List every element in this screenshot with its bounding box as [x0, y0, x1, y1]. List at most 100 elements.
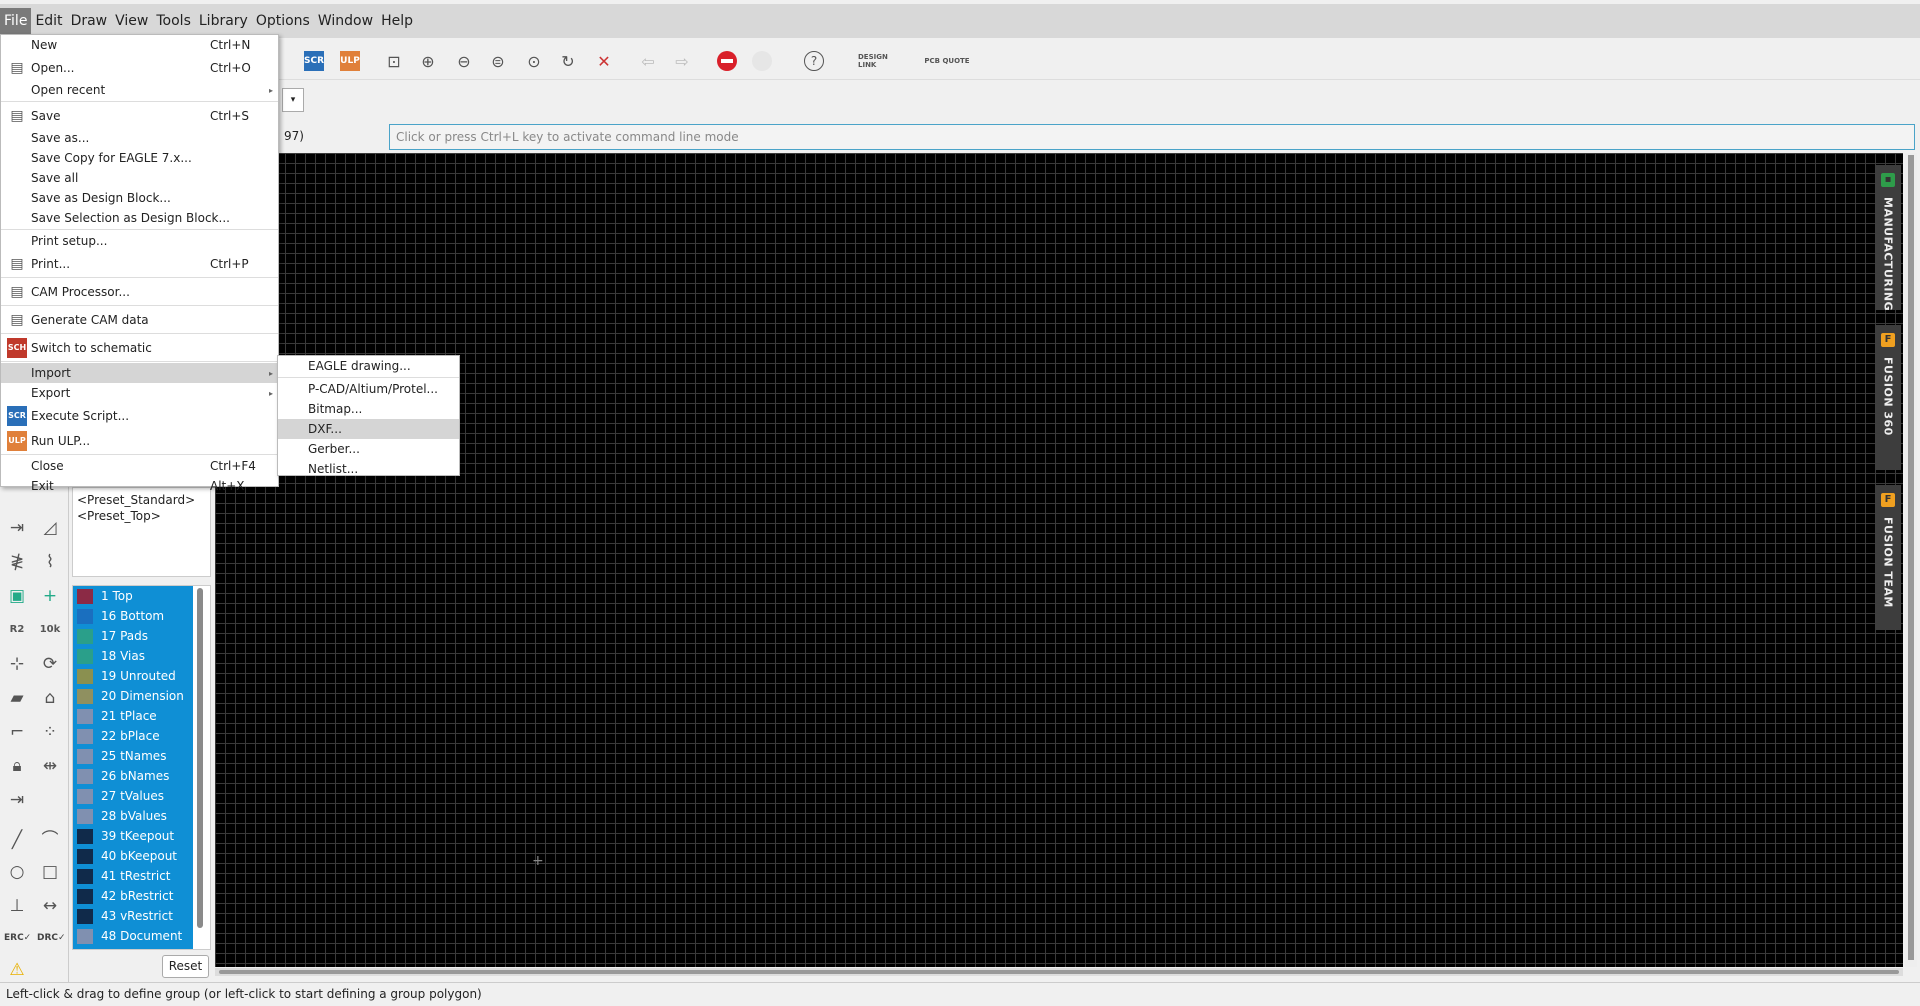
menu-item-close[interactable]: Close Ctrl+F4	[1, 456, 278, 476]
design-link-button[interactable]: DESIGN LINK	[858, 49, 908, 73]
menu-options[interactable]: Options	[252, 8, 314, 34]
import-item-bitmap[interactable]: Bitmap...	[278, 399, 459, 419]
menu-item-save-all[interactable]: Save all	[1, 168, 278, 188]
drc-icon[interactable]: DRC✓	[37, 925, 66, 951]
command-line-input[interactable]: Click or press Ctrl+L key to activate co…	[389, 124, 1915, 150]
paint-roller-icon[interactable]: ⌐	[4, 719, 30, 745]
add-package-icon[interactable]: ▣	[4, 583, 30, 609]
menu-file[interactable]: File	[0, 8, 32, 34]
menu-item-save-as[interactable]: Save as...	[1, 128, 278, 148]
erc-icon[interactable]: ERC✓	[4, 925, 31, 951]
line-icon[interactable]: ╱	[4, 827, 30, 853]
add-part-icon[interactable]: +	[37, 583, 63, 609]
arc-icon[interactable]: ⌒	[37, 827, 63, 853]
optimize-icon[interactable]: ⇥	[4, 787, 30, 813]
menu-item-run-ulp[interactable]: ULP Run ULP...	[1, 428, 278, 453]
route-icon[interactable]: ⇥	[4, 515, 30, 541]
menu-item-generate-cam-data[interactable]: ▤ Generate CAM data	[1, 307, 278, 332]
import-item-dxf[interactable]: DXF...	[278, 419, 459, 439]
miter-icon[interactable]: ◿	[37, 515, 63, 541]
layer-list-scrollbar[interactable]	[197, 588, 203, 928]
layer-item[interactable]: 19 Unrouted	[73, 666, 193, 686]
layer-item[interactable]: 43 vRestrict	[73, 906, 193, 926]
layer-item[interactable]: 22 bPlace	[73, 726, 193, 746]
horizontal-scrollbar[interactable]	[215, 968, 1903, 976]
layer-item[interactable]: 21 tPlace	[73, 706, 193, 726]
go-icon[interactable]	[750, 49, 774, 73]
pinswap-icon[interactable]: ⇹	[37, 753, 63, 779]
layer-item[interactable]: 1 Top	[73, 586, 193, 606]
meander-icon[interactable]: ⌇	[37, 549, 63, 575]
reset-button[interactable]: Reset	[162, 955, 209, 978]
preset-item[interactable]: <Preset_Top>	[77, 508, 206, 524]
layer-item[interactable]: 18 Vias	[73, 646, 193, 666]
menu-item-save-selection-as-design-block[interactable]: Save Selection as Design Block...	[1, 208, 278, 228]
vertical-scrollbar[interactable]	[1905, 153, 1917, 967]
menu-item-save[interactable]: ▤ Save Ctrl+S	[1, 103, 278, 128]
menu-item-switch-to-schematic[interactable]: SCH Switch to schematic	[1, 335, 278, 360]
zoom-in-icon[interactable]: ⊕	[416, 49, 440, 73]
replace-icon[interactable]: ⟳	[37, 651, 63, 677]
stop-icon[interactable]	[715, 49, 739, 73]
import-item-gerber[interactable]: Gerber...	[278, 439, 459, 459]
menu-item-save-as-design-block[interactable]: Save as Design Block...	[1, 188, 278, 208]
package-icon[interactable]: ▰	[4, 685, 30, 711]
menu-draw[interactable]: Draw	[67, 8, 112, 34]
redraw-icon[interactable]: ↻	[556, 49, 580, 73]
dropdown-chevron-icon[interactable]: ▾	[282, 88, 304, 112]
menu-item-execute-script[interactable]: SCR Execute Script...	[1, 403, 278, 428]
right-tab-fusion-team[interactable]: F FUSION TEAM	[1875, 485, 1901, 630]
import-item-p-cad-altium-protel[interactable]: P-CAD/Altium/Protel...	[278, 379, 459, 399]
ulp-button[interactable]: ULP	[338, 49, 362, 73]
layer-item[interactable]: 28 bValues	[73, 806, 193, 826]
layer-item[interactable]: 27 tValues	[73, 786, 193, 806]
layer-item[interactable]: 42 bRestrict	[73, 886, 193, 906]
scr-button[interactable]: SCR	[302, 49, 326, 73]
layer-item[interactable]: 40 bKeepout	[73, 846, 193, 866]
menu-window[interactable]: Window	[314, 8, 377, 34]
board-canvas[interactable]: +	[215, 153, 1903, 967]
gate-swap-icon[interactable]: ⊹	[4, 651, 30, 677]
layer-item[interactable]: 41 tRestrict	[73, 866, 193, 886]
import-item-netlist[interactable]: Netlist...	[278, 459, 459, 479]
menu-view[interactable]: View	[111, 8, 152, 34]
layer-item[interactable]: 25 tNames	[73, 746, 193, 766]
zoom-select-icon[interactable]: ⊜	[486, 49, 510, 73]
menu-item-open[interactable]: ▤ Open... Ctrl+O	[1, 55, 278, 80]
menu-item-exit[interactable]: Exit Alt+X	[1, 476, 278, 496]
menu-tools[interactable]: Tools	[152, 8, 195, 34]
menu-item-cam-processor[interactable]: ▤ CAM Processor...	[1, 279, 278, 304]
menu-edit[interactable]: Edit	[31, 8, 66, 34]
zoom-fit-icon[interactable]: ⊡	[382, 49, 406, 73]
warning-icon[interactable]: ⚠	[4, 957, 30, 983]
ratsnest-icon[interactable]: ✕	[592, 49, 616, 73]
layer-item[interactable]: 48 Document	[73, 926, 193, 946]
right-tab-fusion-360[interactable]: F FUSION 360	[1875, 325, 1901, 470]
menu-item-open-recent[interactable]: Open recent ▸	[1, 80, 278, 100]
layer-item[interactable]: 39 tKeepout	[73, 826, 193, 846]
circle-icon[interactable]: ○	[4, 859, 30, 885]
layer-item[interactable]: 17 Pads	[73, 626, 193, 646]
menu-item-new[interactable]: New Ctrl+N	[1, 35, 278, 55]
smash-icon[interactable]: ⁘	[37, 719, 63, 745]
right-tab-manufacturing[interactable]: ▪ MANUFACTURING	[1875, 165, 1901, 311]
layer-item[interactable]: 16 Bottom	[73, 606, 193, 626]
redo-icon[interactable]: ⇨	[670, 49, 694, 73]
menu-item-import[interactable]: Import ▸	[1, 363, 278, 383]
help-button[interactable]: ?	[802, 49, 826, 73]
zoom-area-icon[interactable]: ⊙	[522, 49, 546, 73]
mark-icon[interactable]: ⊥	[4, 893, 30, 919]
lock-icon[interactable]: 🔒︎	[4, 753, 30, 779]
zoom-out-icon[interactable]: ⊖	[452, 49, 476, 73]
menu-help[interactable]: Help	[377, 8, 417, 34]
attribute-tag-icon[interactable]: ⌂	[37, 685, 63, 711]
menu-item-export[interactable]: Export ▸	[1, 383, 278, 403]
value-icon[interactable]: 10k	[37, 617, 63, 643]
split-icon[interactable]: ≹	[4, 549, 30, 575]
dimension-icon[interactable]: ↔	[37, 893, 63, 919]
menu-item-save-copy-for-eagle-7-x[interactable]: Save Copy for EAGLE 7.x...	[1, 148, 278, 168]
menu-item-print[interactable]: ▤ Print... Ctrl+P	[1, 251, 278, 276]
layer-item[interactable]: 20 Dimension	[73, 686, 193, 706]
menu-item-print-setup[interactable]: Print setup...	[1, 231, 278, 251]
undo-icon[interactable]: ⇦	[636, 49, 660, 73]
